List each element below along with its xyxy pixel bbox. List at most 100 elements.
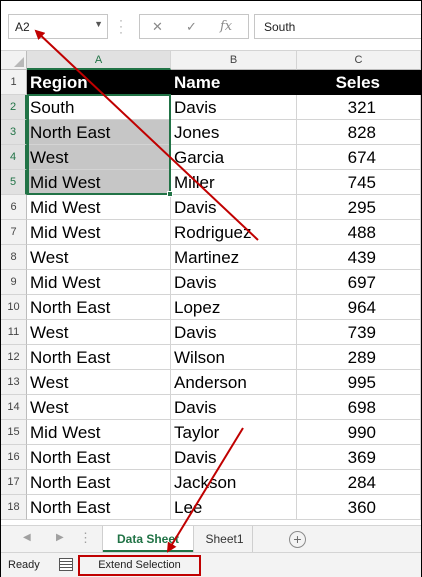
row-header[interactable]: 3	[1, 120, 27, 145]
tab-sheet1[interactable]: Sheet1	[197, 526, 253, 552]
cell-sales[interactable]: 321	[297, 95, 421, 120]
cancel-icon[interactable]: ✕	[152, 19, 163, 35]
table-row: 9 Mid West Davis 697	[1, 270, 421, 295]
table-row: 7 Mid West Rodriguez 488	[1, 220, 421, 245]
cell-region[interactable]: West	[27, 395, 171, 420]
cell-sales[interactable]: 990	[297, 420, 421, 445]
row-header[interactable]: 9	[1, 270, 27, 295]
row-header[interactable]: 7	[1, 220, 27, 245]
row-header[interactable]: 11	[1, 320, 27, 345]
cell-name[interactable]: Martinez	[171, 245, 297, 270]
row-header[interactable]: 6	[1, 195, 27, 220]
cell-name[interactable]: Davis	[171, 320, 297, 345]
row-header[interactable]: 17	[1, 470, 27, 495]
cell-sales[interactable]: 360	[297, 495, 421, 520]
chevron-down-icon[interactable]: ▼	[94, 19, 103, 29]
table-row: 8 West Martinez 439	[1, 245, 421, 270]
cell-sales[interactable]: 439	[297, 245, 421, 270]
select-all-button[interactable]	[1, 51, 27, 70]
excel-window: A2 ▼ · · · ✕ ✓ fx South A B C 1 Region Name S…	[0, 0, 422, 577]
column-header-c[interactable]: C	[297, 51, 421, 70]
cell-sales[interactable]: 369	[297, 445, 421, 470]
cell-name[interactable]: Name	[171, 70, 297, 95]
cell-region[interactable]: Mid West	[27, 170, 171, 195]
row-header[interactable]: 2	[1, 95, 27, 120]
cell-region[interactable]: North East	[27, 470, 171, 495]
cell-region[interactable]: Mid West	[27, 195, 171, 220]
cell-sales[interactable]: 964	[297, 295, 421, 320]
cell-sales[interactable]: 828	[297, 120, 421, 145]
cell-name[interactable]: Miller	[171, 170, 297, 195]
row-header[interactable]: 13	[1, 370, 27, 395]
row-header[interactable]: 10	[1, 295, 27, 320]
row-header[interactable]: 15	[1, 420, 27, 445]
cell-region[interactable]: Mid West	[27, 270, 171, 295]
row-header[interactable]: 4	[1, 145, 27, 170]
row-header[interactable]: 8	[1, 245, 27, 270]
cell-sales[interactable]: 295	[297, 195, 421, 220]
cell-sales[interactable]: 284	[297, 470, 421, 495]
row-header[interactable]: 12	[1, 345, 27, 370]
cell-name[interactable]: Davis	[171, 445, 297, 470]
tab-data-sheet[interactable]: Data Sheet	[103, 526, 193, 552]
cell-sales[interactable]: 488	[297, 220, 421, 245]
cell-name[interactable]: Davis	[171, 395, 297, 420]
cell-region[interactable]: North East	[27, 345, 171, 370]
table-row: 18 North East Lee 360	[1, 495, 421, 520]
cell-name[interactable]: Rodriguez	[171, 220, 297, 245]
cell-sales[interactable]: 745	[297, 170, 421, 195]
cell-name[interactable]: Davis	[171, 270, 297, 295]
cell-name[interactable]: Wilson	[171, 345, 297, 370]
insert-function-icon[interactable]: fx	[220, 19, 232, 34]
row-header[interactable]: 1	[1, 70, 27, 95]
more-tabs-icon[interactable]: ⋮	[79, 530, 92, 546]
row-header[interactable]: 14	[1, 395, 27, 420]
cell-region[interactable]: West	[27, 245, 171, 270]
cell-name[interactable]: Jackson	[171, 470, 297, 495]
table-row: 14 West Davis 698	[1, 395, 421, 420]
cell-region[interactable]: Mid West	[27, 420, 171, 445]
cell-name[interactable]: Davis	[171, 195, 297, 220]
cell-region[interactable]: North East	[27, 445, 171, 470]
enter-icon[interactable]: ✓	[186, 19, 197, 35]
row-header[interactable]: 16	[1, 445, 27, 470]
cell-name[interactable]: Anderson	[171, 370, 297, 395]
table-row: 13 West Anderson 995	[1, 370, 421, 395]
cell-region[interactable]: West	[27, 145, 171, 170]
cell-region[interactable]: South	[27, 95, 171, 120]
fill-handle[interactable]	[167, 191, 173, 197]
macro-record-icon[interactable]	[59, 558, 73, 571]
cell-name[interactable]: Garcia	[171, 145, 297, 170]
cell-sales[interactable]: 739	[297, 320, 421, 345]
cell-sales[interactable]: Seles	[297, 70, 421, 95]
cell-name[interactable]: Lee	[171, 495, 297, 520]
formula-input[interactable]: South	[254, 14, 421, 39]
cell-region[interactable]: West	[27, 320, 171, 345]
add-sheet-icon[interactable]: +	[289, 531, 306, 548]
row-header[interactable]: 5	[1, 170, 27, 195]
cell-sales[interactable]: 289	[297, 345, 421, 370]
cell-region[interactable]: West	[27, 370, 171, 395]
cell-name[interactable]: Taylor	[171, 420, 297, 445]
cell-sales[interactable]: 697	[297, 270, 421, 295]
cell-region[interactable]: North East	[27, 495, 171, 520]
cell-sales[interactable]: 698	[297, 395, 421, 420]
cell-name[interactable]: Lopez	[171, 295, 297, 320]
cell-region[interactable]: North East	[27, 120, 171, 145]
tab-scroll-right-icon[interactable]: ▶	[56, 532, 64, 543]
column-header-a[interactable]: A	[27, 51, 171, 70]
tab-scroll-left-icon[interactable]: ◀	[23, 532, 31, 543]
cell-region[interactable]: Mid West	[27, 220, 171, 245]
cell-sales[interactable]: 995	[297, 370, 421, 395]
cell-region[interactable]: North East	[27, 295, 171, 320]
column-header-b[interactable]: B	[171, 51, 297, 70]
cell-region[interactable]: Region	[27, 70, 171, 95]
table-row: 4 West Garcia 674	[1, 145, 421, 170]
name-box[interactable]: A2 ▼	[8, 14, 108, 39]
sheet-tabs-bar: ◀ ▶ ⋮ Data Sheet Sheet1 +	[1, 525, 421, 552]
drag-handle-icon[interactable]: · · ·	[119, 14, 123, 38]
cell-name[interactable]: Jones	[171, 120, 297, 145]
cell-sales[interactable]: 674	[297, 145, 421, 170]
row-header[interactable]: 18	[1, 495, 27, 520]
cell-name[interactable]: Davis	[171, 95, 297, 120]
